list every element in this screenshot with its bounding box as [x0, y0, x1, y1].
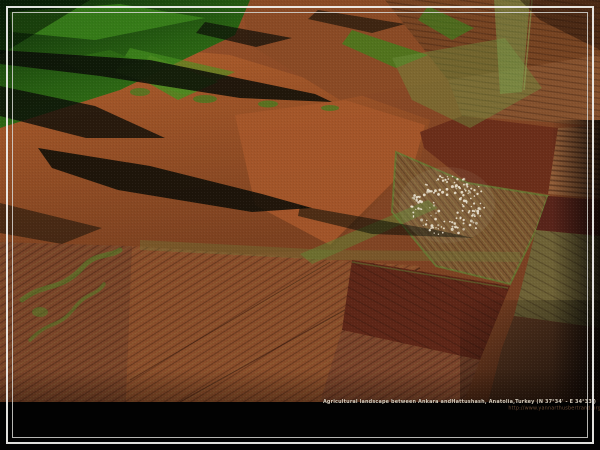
wallpaper: Agricultural landscape between Ankara an…	[0, 0, 600, 450]
photo-caption: Agricultural landscape between Ankara an…	[323, 399, 596, 412]
aerial-photo	[0, 0, 600, 402]
caption-url: http://www.yannarthusbertrand.org	[323, 406, 600, 413]
film-grain	[0, 0, 600, 402]
